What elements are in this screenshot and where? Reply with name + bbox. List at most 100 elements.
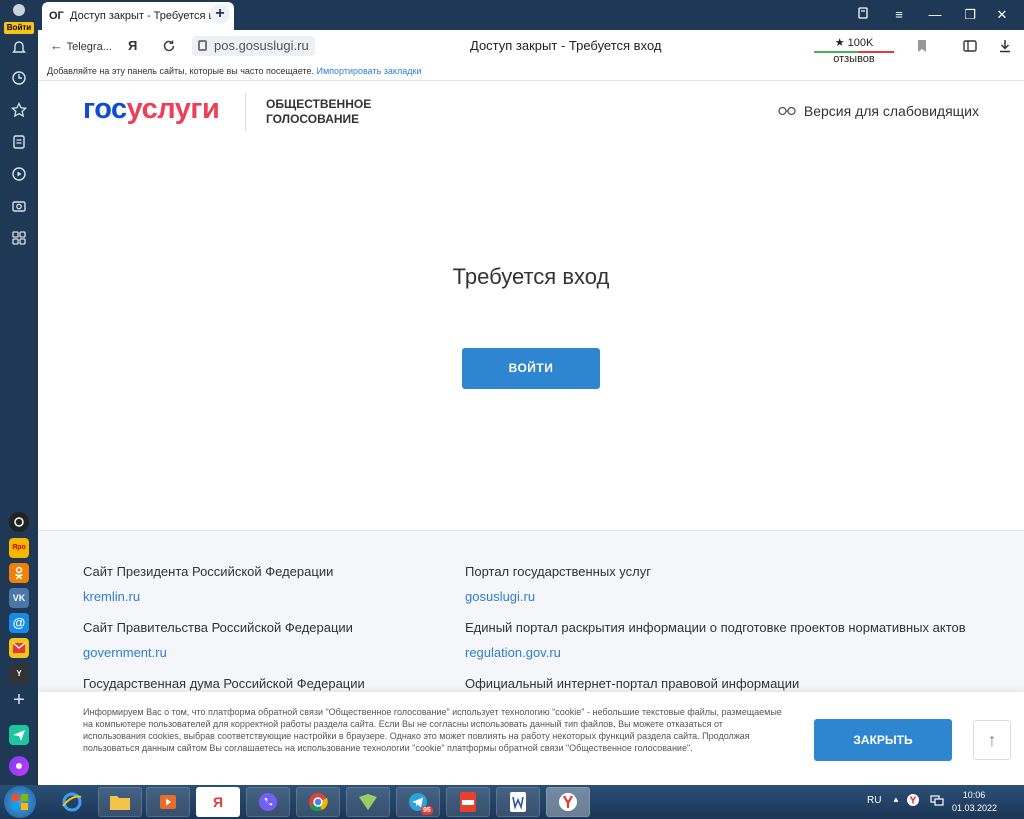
messenger-app-icon[interactable] [9, 725, 29, 745]
url-text: pos.gosuslugi.ru [214, 38, 309, 53]
odnoklassniki-app-icon[interactable] [9, 563, 29, 583]
reload-icon[interactable] [162, 36, 176, 59]
footer-link[interactable]: regulation.gov.ru [465, 645, 1005, 660]
word-app-icon[interactable] [496, 787, 540, 817]
clock-date: 01.03.2022 [952, 803, 998, 813]
gosuslugi-logo[interactable]: госуслуги [83, 93, 220, 126]
address-page-title: Доступ закрыт - Требуется вход [470, 38, 662, 53]
tray-expand-icon[interactable]: ▲ [892, 795, 900, 804]
footer-link[interactable]: gosuslugi.ru [465, 589, 1005, 604]
footer-link-label: Сайт Президента Российской Федерации [83, 564, 334, 579]
footer-link-label: Портал государственных услуг [465, 564, 651, 579]
login-badge[interactable]: Войти [2, 2, 36, 34]
header-subtitle: Общественное голосование [266, 97, 372, 126]
site-header: госуслуги Общественное голосование Верси… [38, 81, 1024, 146]
main-content: Требуется вход Войти [38, 146, 1024, 530]
pdf-app-icon[interactable] [446, 787, 490, 817]
tab-bar: ОГ Доступ закрыт - Требуется вход × + ≡ … [38, 0, 1024, 30]
bookmarks-bar: Добавляйте на эту панель сайты, которые … [38, 62, 1024, 81]
star-icon[interactable] [9, 101, 29, 122]
footer-item: Государственная дума Российской Федераци… [83, 676, 503, 691]
alice-assistant-icon[interactable] [9, 756, 29, 776]
download-icon[interactable] [998, 36, 1012, 59]
language-indicator[interactable]: RU [867, 795, 881, 806]
login-badge-label: Войти [4, 22, 34, 34]
glasses-icon [778, 103, 796, 119]
footer-item: Официальный интернет-портал правовой инф… [465, 676, 1005, 691]
vision-impaired-link[interactable]: Версия для слабовидящих [778, 103, 979, 119]
import-bookmarks-link[interactable]: Импортировать закладки [317, 66, 422, 76]
scroll-up-button[interactable]: ↑ [973, 720, 1011, 760]
tab-active[interactable]: ОГ Доступ закрыт - Требуется вход × [42, 2, 234, 30]
explorer-app-icon[interactable] [98, 787, 142, 817]
minimize-button[interactable]: — [925, 5, 945, 25]
screenshot-icon[interactable] [9, 198, 29, 218]
yandex-browser-active-icon[interactable] [546, 787, 590, 817]
vision-link-label: Версия для слабовидящих [803, 103, 979, 119]
back-label: Telegra... [66, 41, 112, 53]
footer: Сайт Президента Российской Федерации kre… [38, 530, 1024, 700]
vk-app-icon[interactable]: VK [9, 588, 29, 608]
mail-ru-app-icon[interactable]: @ [9, 613, 29, 633]
footer-link-label: Официальный интернет-портал правовой инф… [465, 676, 800, 691]
add-app-icon[interactable]: + [9, 690, 29, 710]
camera-app-icon[interactable] [9, 512, 29, 532]
ie-app-icon[interactable] [50, 787, 94, 817]
telegram-app-icon[interactable]: 95 [396, 787, 440, 817]
chrome-app-icon[interactable] [296, 787, 340, 817]
history-icon[interactable] [9, 70, 29, 90]
yandex-icon[interactable]: Я [128, 36, 137, 56]
reviews-badge[interactable]: ★ 100K отзывов [814, 35, 894, 65]
lock-icon [198, 40, 207, 51]
logo-part-uslugi: услуги [126, 93, 220, 125]
tabs-menu-icon[interactable] [853, 5, 873, 25]
logo-part-gos: гос [83, 93, 127, 125]
url-field[interactable]: pos.gosuslugi.ru [192, 36, 315, 56]
close-cookie-button[interactable]: Закрыть [814, 719, 952, 761]
telegram-unread-badge: 95 [421, 806, 433, 815]
arrow-up-icon: ↑ [987, 730, 997, 750]
bookmarks-hint: Добавляйте на эту панель сайты, которые … [47, 66, 314, 76]
footer-link[interactable]: kremlin.ru [83, 589, 503, 604]
start-button[interactable] [4, 786, 36, 818]
play-icon[interactable] [9, 166, 29, 186]
media-player-app-icon[interactable] [146, 787, 190, 817]
yandex-tray-icon[interactable] [906, 793, 920, 810]
restore-button[interactable]: ❐ [960, 5, 980, 25]
viber-app-icon[interactable] [246, 787, 290, 817]
footer-link-label: Государственная дума Российской Федераци… [83, 676, 365, 691]
cookie-text: Информируем Вас о том, что платформа обр… [83, 707, 782, 753]
login-button[interactable]: Войти [462, 348, 600, 389]
arrow-left-icon: ← [50, 38, 63, 53]
clock-time: 10:06 [962, 790, 986, 800]
cookie-banner: Информируем Вас о том, что платформа обр… [38, 692, 1024, 785]
close-window-button[interactable]: ✕ [992, 5, 1012, 25]
footer-item: Портал государственных услуг gosuslugi.r… [465, 564, 1005, 604]
new-tab-button[interactable]: + [210, 4, 230, 24]
yandex-mail-app-icon[interactable] [9, 638, 29, 658]
bookmark-icon[interactable] [916, 36, 928, 59]
footer-link-label: Единый портал раскрытия информации о под… [465, 620, 966, 635]
page-title: Требуется вход [452, 264, 610, 289]
taskbar: Я 95 RU ▲ 10:06 01.03.2022 [0, 785, 1024, 819]
notes-app-icon[interactable] [346, 787, 390, 817]
header-divider [245, 93, 246, 131]
browser-menu-icon[interactable]: ≡ [889, 5, 909, 25]
taskbar-clock[interactable]: 10:06 01.03.2022 [952, 789, 998, 815]
footer-item: Сайт Президента Российской Федерации kre… [83, 564, 503, 604]
yandex-browser-app-icon[interactable]: Я [196, 787, 240, 817]
footer-item: Единый портал раскрытия информации о под… [465, 620, 1005, 660]
address-bar: ← Telegra... Я pos.gosuslugi.ru Доступ з… [38, 30, 1024, 65]
footer-item: Сайт Правительства Российской Федерации … [83, 620, 503, 660]
browser-sidebar: Войти Яро VK @ Y + [0, 0, 38, 785]
apps-grid-icon[interactable] [9, 230, 29, 250]
yandex-zen-app-icon[interactable]: Y [9, 664, 29, 684]
extensions-icon[interactable] [962, 36, 978, 60]
bell-icon[interactable] [9, 40, 29, 60]
collections-icon[interactable] [9, 134, 29, 154]
tab-favicon: ОГ [49, 10, 64, 22]
back-button[interactable]: ← Telegra... [50, 36, 112, 57]
network-icon[interactable] [930, 793, 944, 810]
footer-link[interactable]: government.ru [83, 645, 503, 660]
yandex-market-app-icon[interactable]: Яро [9, 538, 29, 558]
